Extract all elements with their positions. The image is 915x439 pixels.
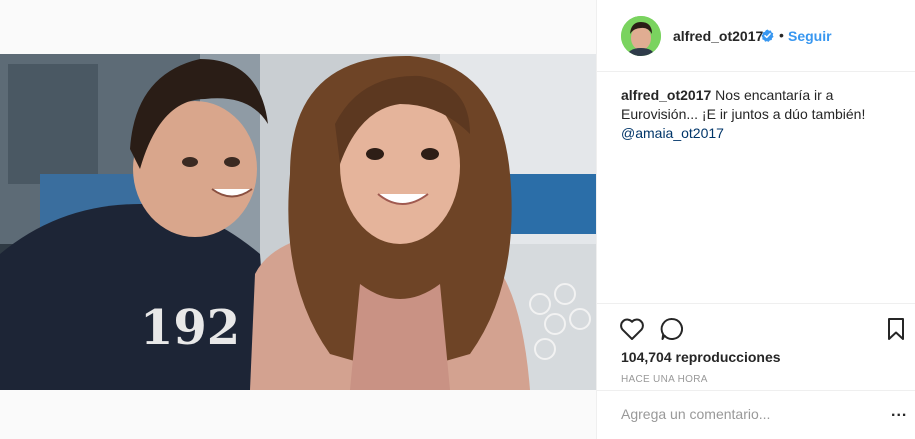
video-frame-image: 192 — [0, 54, 596, 390]
header-separator: • — [779, 27, 784, 43]
avatar[interactable] — [621, 16, 661, 56]
instagram-post: 192 alfred_ot2017 • Seguir alfred_ot2017… — [0, 0, 915, 439]
bookmark-icon[interactable] — [883, 316, 909, 342]
post-timestamp[interactable]: HACE UNA HORA — [621, 374, 708, 385]
view-count-label: reproducciones — [671, 349, 781, 365]
username-link[interactable]: alfred_ot2017 — [673, 28, 763, 44]
view-count: 104,704 reproducciones — [621, 349, 781, 365]
caption-username[interactable]: alfred_ot2017 — [621, 87, 711, 103]
verified-badge-icon — [761, 29, 774, 42]
post-side-panel: alfred_ot2017 • Seguir alfred_ot2017 Nos… — [596, 0, 915, 439]
post-actions: 104,704 reproducciones HACE UNA HORA — [597, 303, 915, 389]
media-area: 192 — [0, 0, 596, 439]
caption-mention-link[interactable]: @amaia_ot2017 — [621, 125, 724, 141]
follow-button[interactable]: Seguir — [788, 28, 832, 44]
view-count-number: 104,704 — [621, 349, 672, 365]
post-video[interactable]: 192 — [0, 54, 596, 390]
avatar-image — [621, 16, 661, 56]
post-header: alfred_ot2017 • Seguir — [597, 0, 915, 72]
comment-icon[interactable] — [659, 316, 685, 342]
comment-bar: ... — [597, 390, 915, 439]
post-caption: alfred_ot2017 Nos encantaría ir a Eurovi… — [621, 86, 891, 143]
comment-input[interactable] — [619, 403, 863, 425]
heart-icon[interactable] — [619, 316, 645, 342]
more-options-button[interactable]: ... — [891, 403, 907, 421]
svg-text:192: 192 — [140, 300, 240, 356]
